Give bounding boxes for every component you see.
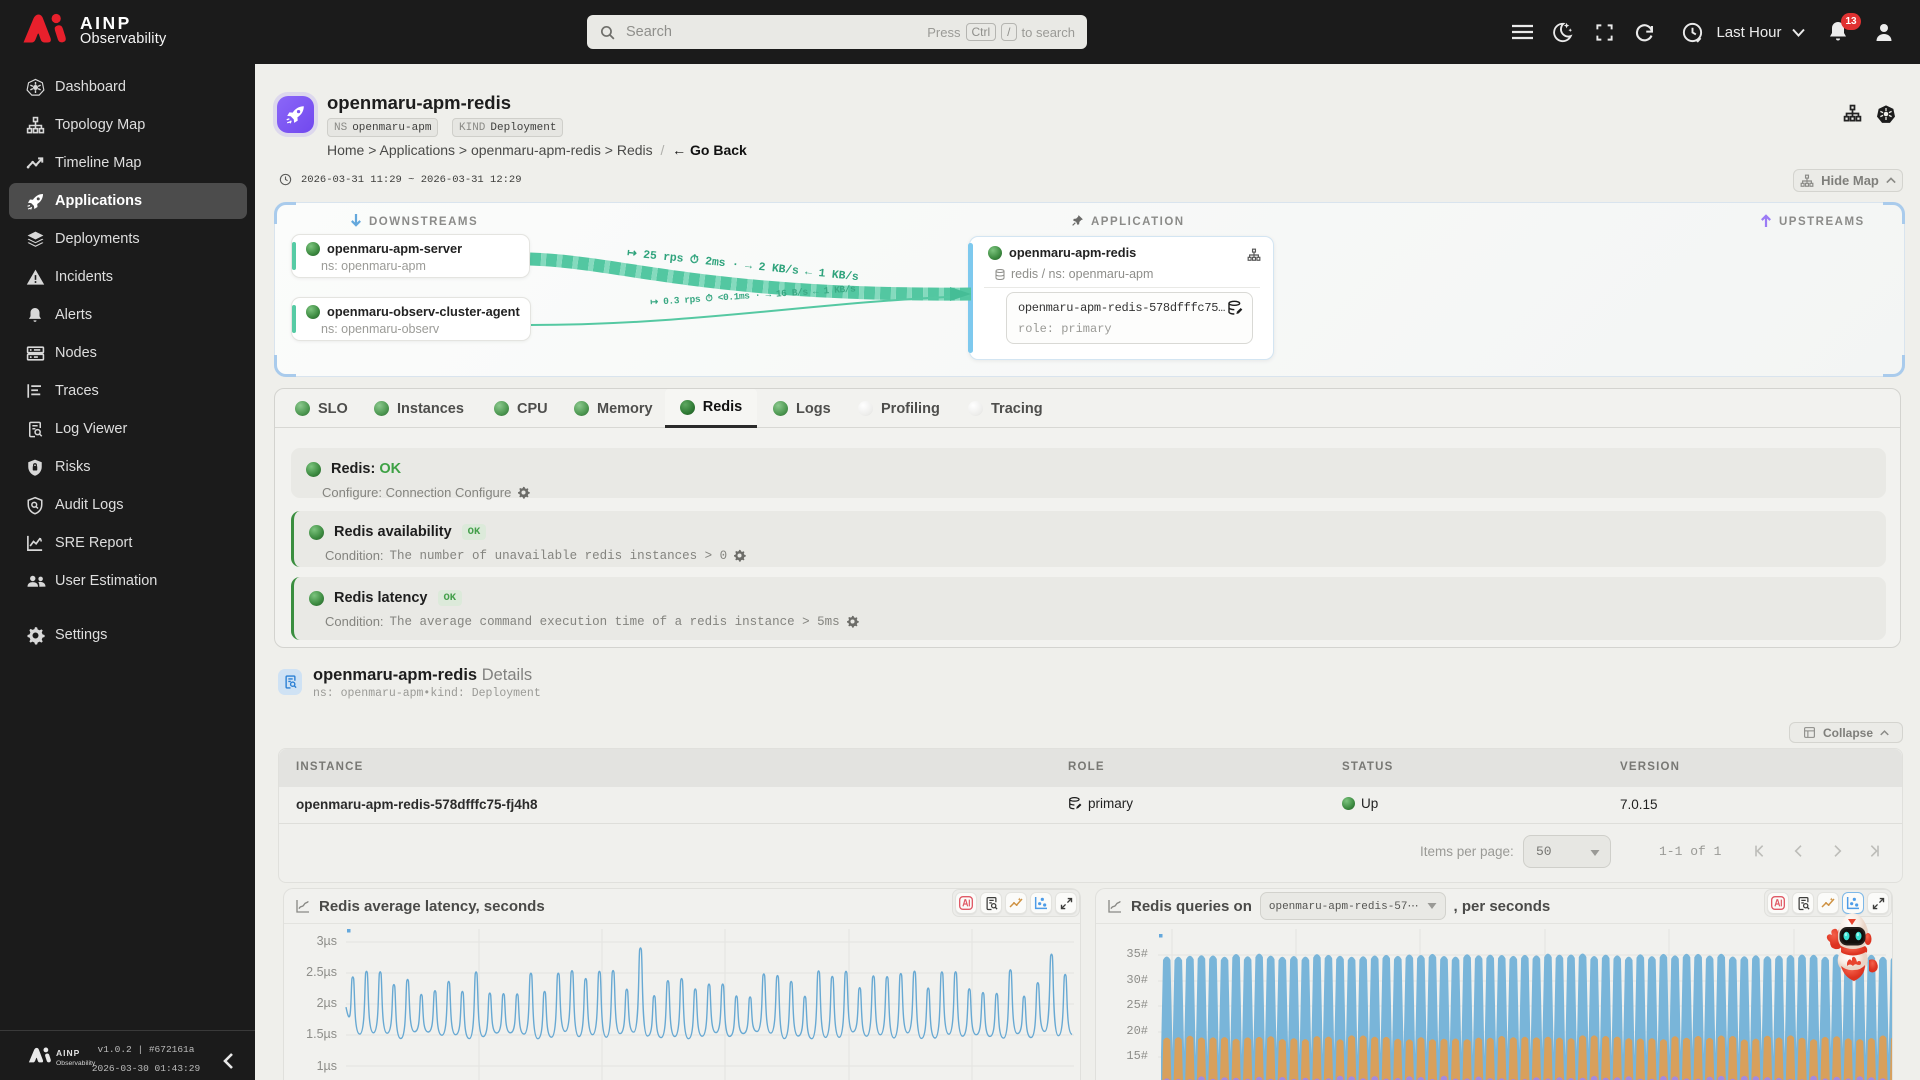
svg-text:AINP: AINP [56, 1048, 80, 1058]
